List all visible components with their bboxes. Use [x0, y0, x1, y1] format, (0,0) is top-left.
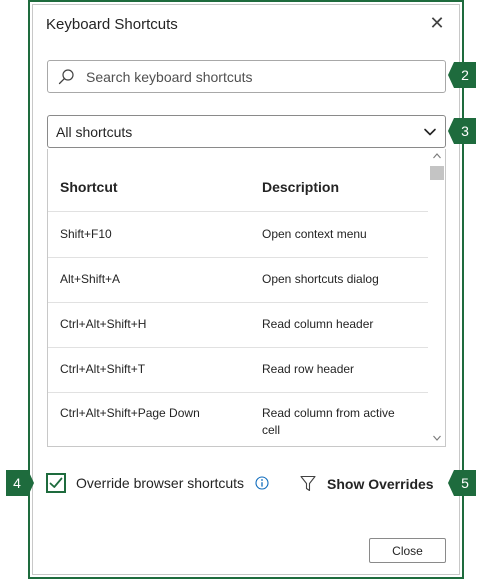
filter-icon [300, 475, 316, 492]
description-cell: Open context menu [262, 227, 367, 241]
table-row[interactable]: Ctrl+Alt+Shift+Page Down Read column fro… [48, 392, 428, 446]
search-icon [58, 69, 74, 85]
table-header: Shortcut Description [48, 149, 428, 212]
callout-label-2: 2 [448, 62, 476, 88]
shortcut-cell: Ctrl+Alt+Shift+T [60, 362, 146, 376]
override-browser-shortcuts-checkbox[interactable] [46, 473, 66, 493]
shortcuts-table: Shortcut Description Shift+F10 Open cont… [47, 149, 446, 447]
shortcut-category-dropdown[interactable]: All shortcuts [47, 115, 446, 148]
callout-number: 5 [461, 475, 469, 491]
table-row[interactable]: Ctrl+Alt+Shift+H Read column header [48, 302, 428, 348]
scrollbar-thumb[interactable] [430, 166, 444, 180]
search-box[interactable] [47, 60, 446, 93]
description-cell: Read column header [262, 317, 374, 331]
chevron-down-icon [424, 128, 436, 136]
override-browser-shortcuts-label: Override browser shortcuts [76, 475, 245, 491]
shortcut-cell: Ctrl+Alt+Shift+H [60, 317, 147, 331]
close-icon[interactable]: ✕ [428, 13, 446, 33]
shortcut-cell: Shift+F10 [60, 227, 112, 241]
table-row[interactable]: Shift+F10 Open context menu [48, 212, 428, 258]
scroll-up-icon[interactable] [432, 152, 442, 160]
dialog-title: Keyboard Shortcuts [46, 16, 178, 33]
callout-label-3: 3 [448, 118, 476, 144]
search-input[interactable] [86, 65, 436, 88]
description-cell: Read row header [262, 362, 355, 376]
table-row[interactable]: Ctrl+Alt+Shift+T Read row header [48, 347, 428, 393]
checkmark-icon [49, 477, 63, 488]
callout-number: 4 [13, 475, 21, 491]
description-cell: Open shortcuts dialog [262, 272, 379, 286]
callout-number: 2 [461, 67, 469, 83]
callout-label-4: 4 [6, 470, 34, 496]
callout-label-5: 5 [448, 470, 476, 496]
info-icon[interactable] [255, 476, 269, 490]
show-overrides-label: Show Overrides [327, 476, 434, 492]
shortcut-cell: Ctrl+Alt+Shift+Page Down [60, 406, 200, 420]
scroll-down-icon[interactable] [432, 434, 442, 442]
dropdown-selected-value: All shortcuts [56, 124, 133, 140]
table-row[interactable]: Alt+Shift+A Open shortcuts dialog [48, 257, 428, 303]
table-scrollbar[interactable] [428, 149, 445, 446]
column-header-description: Description [262, 179, 340, 195]
callout-number: 3 [461, 123, 469, 139]
description-cell: Read column from active cell [262, 406, 395, 437]
close-button[interactable]: Close [369, 538, 446, 563]
column-header-shortcut: Shortcut [60, 179, 118, 195]
shortcut-cell: Alt+Shift+A [60, 272, 121, 286]
